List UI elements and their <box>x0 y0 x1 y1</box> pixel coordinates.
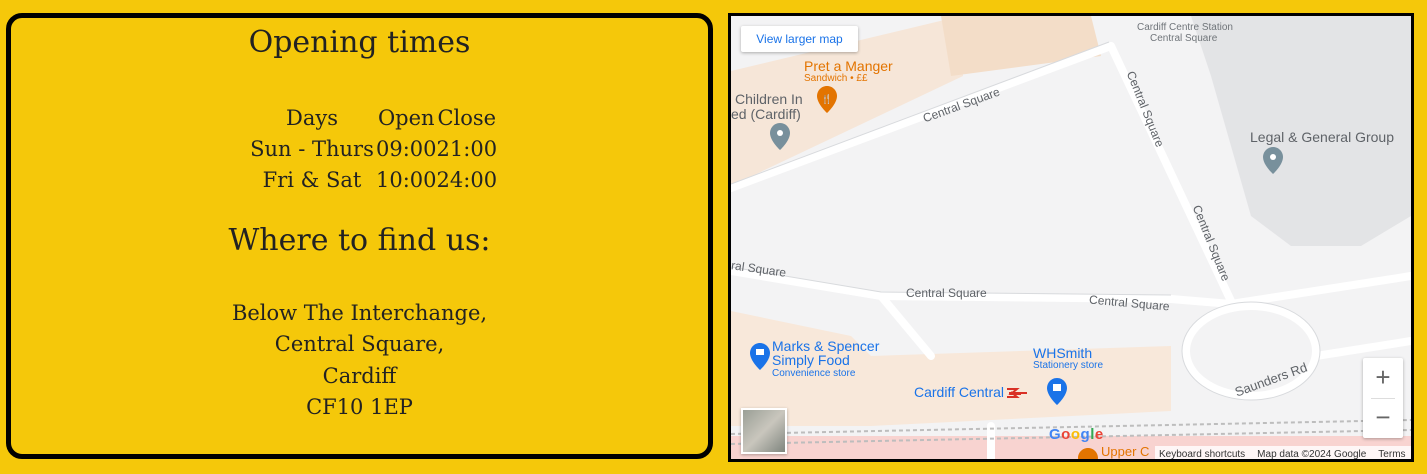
address-line: Below The Interchange, <box>231 301 488 325</box>
address-line: Central Square, <box>274 332 445 357</box>
poi-label[interactable]: Simply Food <box>772 352 850 368</box>
terms-link[interactable]: Terms <box>1378 449 1405 460</box>
keyboard-shortcuts-link[interactable]: Keyboard shortcuts <box>1159 449 1245 460</box>
station-label: Cardiff Centre Station <box>1137 22 1233 33</box>
station-label: Central Square <box>1150 33 1218 44</box>
info-card: Opening times Days Open Close Sun - Thur… <box>6 13 713 459</box>
poi-sublabel: Convenience store <box>772 368 856 379</box>
poi-label[interactable]: Legal & General Group <box>1250 129 1394 145</box>
zoom-controls: + − <box>1363 358 1403 438</box>
zoom-divider <box>1371 398 1395 399</box>
poi-label[interactable]: Children In <box>735 91 803 107</box>
map-data-attribution: Map data ©2024 Google <box>1257 448 1367 460</box>
road-label: Central Square <box>906 286 987 300</box>
poi-label[interactable]: WHSmith <box>1033 345 1092 361</box>
embedded-map[interactable]: 🍴 Cardiff Centre Station Central Square … <box>728 13 1414 462</box>
row-close: 24:00 <box>436 167 498 192</box>
header-days: Days <box>286 105 338 130</box>
poi-label[interactable]: ed (Cardiff) <box>731 106 801 122</box>
address-block: Below The Interchange, Central Square, C… <box>11 298 708 423</box>
pret-label[interactable]: Pret a Manger <box>804 58 893 74</box>
row-open: 09:00 <box>376 136 437 161</box>
table-header-row: Days Open Close <box>248 102 497 133</box>
row-open: 10:00 <box>376 167 437 192</box>
row-days: Sun - Thurs <box>250 136 374 161</box>
google-logo: Google <box>1049 426 1104 443</box>
pret-sublabel: Sandwich • ££ <box>804 73 868 84</box>
address-line: CF10 1EP <box>306 394 413 419</box>
opening-times-heading: Opening times <box>248 25 471 60</box>
where-to-find-heading: Where to find us: <box>228 223 491 258</box>
street-view-thumbnail[interactable] <box>741 408 787 454</box>
building-area <box>941 16 1101 76</box>
table-row: Fri & Sat 10:00 24:00 <box>248 164 497 195</box>
station-label[interactable]: Cardiff Central <box>914 384 1004 400</box>
svg-text:🍴: 🍴 <box>821 93 832 105</box>
map-footer: Keyboard shortcuts Map data ©2024 Google… <box>1155 446 1411 460</box>
view-larger-map-button[interactable]: View larger map <box>741 26 858 52</box>
header-open: Open <box>377 105 435 130</box>
table-row: Sun - Thurs 09:00 21:00 <box>248 133 497 164</box>
zoom-in-button[interactable]: + <box>1363 358 1403 398</box>
opening-hours-table: Days Open Close Sun - Thurs 09:00 21:00 … <box>248 102 497 195</box>
header-close: Close <box>437 105 497 130</box>
address-line: Cardiff <box>322 363 397 388</box>
poi-label[interactable]: Upper C <box>1101 444 1149 459</box>
zoom-out-button[interactable]: − <box>1363 398 1403 438</box>
poi-sublabel: Stationery store <box>1033 360 1104 371</box>
row-close: 21:00 <box>436 136 498 161</box>
row-days: Fri & Sat <box>262 167 362 192</box>
